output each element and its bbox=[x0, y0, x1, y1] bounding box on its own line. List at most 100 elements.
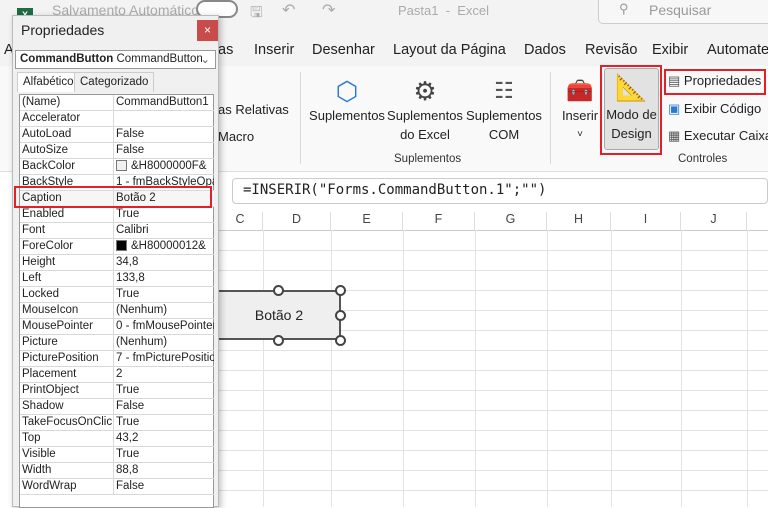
property-row[interactable]: Left 133,8 bbox=[20, 271, 214, 287]
property-name: Accelerator bbox=[22, 112, 81, 124]
property-row[interactable]: TakeFocusOnClick True bbox=[20, 415, 214, 431]
resize-handle[interactable] bbox=[335, 285, 346, 296]
property-row[interactable]: AutoLoad False bbox=[20, 127, 214, 143]
search-box[interactable]: ⚲ Pesquisar bbox=[598, 0, 768, 24]
property-value[interactable]: 7 - fmPicturePositionAboveCenter bbox=[113, 351, 214, 366]
property-row[interactable]: WordWrap False bbox=[20, 479, 214, 495]
column-header[interactable]: F bbox=[403, 212, 475, 230]
column-header[interactable]: D bbox=[263, 212, 331, 230]
property-value[interactable]: 88,8 bbox=[113, 463, 214, 478]
property-value-text: False bbox=[116, 128, 145, 140]
property-value[interactable]: False bbox=[113, 127, 214, 142]
property-row[interactable]: Visible True bbox=[20, 447, 214, 463]
column-header[interactable]: C bbox=[218, 212, 263, 230]
property-value[interactable]: 34,8 bbox=[113, 255, 214, 270]
column-header[interactable]: H bbox=[547, 212, 611, 230]
property-row[interactable]: Font Calibri bbox=[20, 223, 214, 239]
tab-inserir[interactable]: Inserir bbox=[254, 42, 294, 58]
property-row[interactable]: (Name) CommandButton1 bbox=[20, 95, 214, 111]
property-name: PrintObject bbox=[22, 384, 79, 396]
property-row[interactable]: MousePointer 0 - fmMousePointerDefault bbox=[20, 319, 214, 335]
tab-automate[interactable]: Automate bbox=[707, 42, 768, 58]
property-row[interactable]: PrintObject True bbox=[20, 383, 214, 399]
property-row[interactable]: PicturePosition 7 - fmPicturePositionAbov… bbox=[20, 351, 214, 367]
tab-exibir[interactable]: Exibir bbox=[652, 42, 688, 58]
property-value[interactable]: Calibri bbox=[113, 223, 214, 238]
property-value[interactable]: False bbox=[113, 399, 214, 414]
relative-refs-button[interactable]: as Relativas bbox=[218, 102, 289, 117]
property-value[interactable]: (Nenhum) bbox=[113, 335, 214, 350]
undo-icon[interactable]: ↶ bbox=[282, 0, 295, 20]
column-header[interactable]: E bbox=[331, 212, 403, 230]
property-value[interactable]: False bbox=[113, 143, 214, 158]
property-row[interactable]: MouseIcon (Nenhum) bbox=[20, 303, 214, 319]
property-value[interactable]: CommandButton1 bbox=[113, 95, 214, 110]
property-row[interactable]: AutoSize False bbox=[20, 143, 214, 159]
tab-revisao[interactable]: Revisão bbox=[585, 42, 637, 58]
inserir-control-button[interactable]: 🧰 Inserir ˅ bbox=[560, 76, 600, 144]
property-row[interactable]: Locked True bbox=[20, 287, 214, 303]
property-value[interactable]: 0 - fmMousePointerDefault bbox=[113, 319, 214, 334]
redo-icon[interactable]: ↷ bbox=[322, 0, 335, 20]
hexagon-icon: ⬡ bbox=[335, 76, 359, 106]
exibir-codigo-button[interactable]: ▣ Exibir Código bbox=[668, 101, 761, 117]
executar-caixa-button[interactable]: ▦ Executar Caixa bbox=[668, 128, 768, 144]
property-value-text: True bbox=[116, 208, 140, 220]
resize-handle[interactable] bbox=[335, 310, 346, 321]
property-row[interactable]: Shadow False bbox=[20, 399, 214, 415]
property-row[interactable]: Picture (Nenhum) bbox=[20, 335, 214, 351]
save-icon[interactable]: 🖫 bbox=[250, 2, 263, 27]
tab-layout[interactable]: Layout da Página bbox=[393, 42, 506, 58]
design-mode-highlight bbox=[600, 65, 662, 155]
suplementos-com-button[interactable]: ☷ Suplementos COM bbox=[464, 76, 544, 144]
property-value[interactable]: True bbox=[113, 415, 214, 430]
property-value[interactable]: True bbox=[113, 287, 214, 302]
property-name: ForeColor bbox=[22, 240, 74, 252]
property-value[interactable]: False bbox=[113, 479, 214, 494]
group-suplementos-label: Suplementos bbox=[394, 153, 462, 165]
command-button[interactable]: Botão 2 bbox=[217, 290, 341, 340]
close-button[interactable]: × bbox=[197, 20, 218, 41]
tab-dados[interactable]: Dados bbox=[524, 42, 566, 58]
property-row[interactable]: Placement 2 bbox=[20, 367, 214, 383]
property-value[interactable]: &H8000000F& bbox=[113, 159, 214, 174]
suplementos-excel-button[interactable]: ⚙ Suplementos do Excel bbox=[386, 76, 464, 144]
property-name: MouseIcon bbox=[22, 304, 79, 316]
column-header[interactable]: J bbox=[681, 212, 747, 230]
property-name: AutoSize bbox=[22, 144, 69, 156]
property-value[interactable]: 133,8 bbox=[113, 271, 214, 286]
properties-highlight bbox=[664, 69, 766, 95]
property-value[interactable]: 2 bbox=[113, 367, 214, 382]
property-row[interactable]: Top 43,2 bbox=[20, 431, 214, 447]
property-row[interactable]: Width 88,8 bbox=[20, 463, 214, 479]
property-row[interactable]: BackColor &H8000000F& bbox=[20, 159, 214, 175]
property-value[interactable]: 43,2 bbox=[113, 431, 214, 446]
property-value[interactable]: True bbox=[113, 207, 214, 222]
tab-categorizado[interactable]: Categorizado bbox=[74, 72, 155, 92]
resize-handle[interactable] bbox=[273, 285, 284, 296]
formula-bar[interactable]: =INSERIR("Forms.CommandButton.1";"") bbox=[232, 178, 768, 204]
property-row[interactable]: Enabled True bbox=[20, 207, 214, 223]
property-value[interactable]: True bbox=[113, 447, 214, 462]
resize-handle[interactable] bbox=[273, 335, 284, 346]
suplementos-button[interactable]: ⬡ Suplementos bbox=[308, 76, 386, 125]
property-name: Height bbox=[22, 256, 56, 268]
property-value[interactable]: (Nenhum) bbox=[113, 303, 214, 318]
tab-desenhar[interactable]: Desenhar bbox=[312, 42, 375, 58]
property-value-text: True bbox=[116, 384, 140, 396]
macro-button[interactable]: Macro bbox=[218, 129, 254, 144]
property-name: WordWrap bbox=[22, 480, 77, 492]
tab-formulas[interactable]: as bbox=[218, 42, 233, 58]
property-row[interactable]: ForeColor &H80000012& bbox=[20, 239, 214, 255]
property-value[interactable] bbox=[113, 111, 214, 126]
property-name: Placement bbox=[22, 368, 77, 380]
property-row[interactable]: Height 34,8 bbox=[20, 255, 214, 271]
column-header[interactable]: G bbox=[475, 212, 547, 230]
column-header[interactable]: I bbox=[611, 212, 681, 230]
object-selector-dropdown[interactable]: CommandButton CommandButton ⌄ bbox=[15, 50, 216, 69]
tab-alfabetico[interactable]: Alfabético bbox=[17, 72, 80, 92]
property-value[interactable]: True bbox=[113, 383, 214, 398]
resize-handle[interactable] bbox=[335, 335, 346, 346]
property-row[interactable]: Accelerator bbox=[20, 111, 214, 127]
property-value[interactable]: &H80000012& bbox=[113, 239, 214, 254]
